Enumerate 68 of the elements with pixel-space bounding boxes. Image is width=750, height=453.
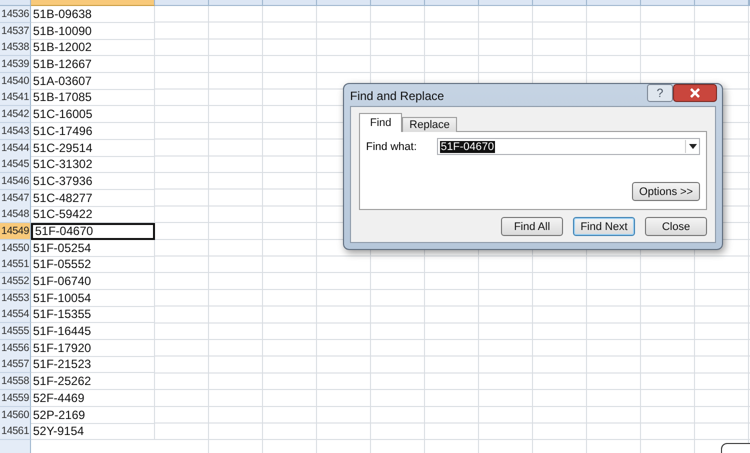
row-header[interactable] <box>0 440 31 453</box>
row-header[interactable]: 14541 <box>0 89 31 106</box>
dialog-tab[interactable]: Replace <box>402 117 457 132</box>
row-header[interactable]: 14540 <box>0 72 31 90</box>
table-cell[interactable]: 51C-48277 <box>31 190 155 207</box>
table-cell[interactable]: 51F-10054 <box>31 290 155 307</box>
table-cell[interactable]: 51B-09638 <box>31 6 155 23</box>
row-header[interactable]: 14557 <box>0 356 31 374</box>
row-header[interactable]: 14558 <box>0 373 31 390</box>
row-header[interactable]: 14543 <box>0 122 31 140</box>
table-cell[interactable]: 51F-21523 <box>31 356 155 374</box>
table-cell[interactable]: 51C-37936 <box>31 172 155 190</box>
table-cell[interactable]: 51C-29514 <box>31 140 155 156</box>
table-cell[interactable]: 51A-03607 <box>31 72 155 90</box>
table-cell[interactable]: 51C-59422 <box>31 206 155 224</box>
row-header[interactable]: 14548 <box>0 206 31 224</box>
row-header[interactable]: 14553 <box>0 290 31 307</box>
row-header[interactable]: 14546 <box>0 172 31 190</box>
row-header[interactable]: 14544 <box>0 140 31 156</box>
table-cell[interactable]: 51F-05254 <box>31 240 155 257</box>
table-cell[interactable]: 52Y-9154 <box>31 423 155 440</box>
table-cell[interactable]: 51F-06740 <box>31 273 155 290</box>
table-cell[interactable]: 51F-25262 <box>31 373 155 390</box>
table-cell[interactable]: 51B-12002 <box>31 39 155 56</box>
table-cell[interactable]: 51F-16445 <box>31 323 155 340</box>
row-header[interactable]: 14537 <box>0 22 31 40</box>
row-header[interactable]: 14542 <box>0 106 31 124</box>
table-cell[interactable]: 52P-2169 <box>31 406 155 424</box>
table-cell[interactable]: 51F-15355 <box>31 306 155 324</box>
row-header[interactable]: 14549 <box>0 222 31 240</box>
row-header[interactable]: 14560 <box>0 406 31 424</box>
find-what-label: Find what: <box>366 140 417 152</box>
table-cell[interactable]: 51F-05552 <box>31 256 155 274</box>
table-cell[interactable]: 51C-31302 <box>31 156 155 174</box>
table-cell[interactable]: 51F-17920 <box>31 340 155 357</box>
row-header[interactable]: 14547 <box>0 190 31 207</box>
dialog-button[interactable]: Find All <box>501 217 563 236</box>
row-header[interactable]: 14539 <box>0 56 31 74</box>
dialog-title: Find and Replace <box>349 88 444 103</box>
row-header[interactable]: 14552 <box>0 273 31 290</box>
row-header[interactable]: 14554 <box>0 306 31 324</box>
row-header[interactable]: 14556 <box>0 340 31 357</box>
table-cell[interactable]: 51C-17496 <box>31 122 155 140</box>
dialog-button[interactable]: Close <box>645 217 707 236</box>
table-cell[interactable]: 51F-04670 <box>31 222 155 240</box>
dialog-button[interactable]: Find Next <box>573 217 635 236</box>
row-header[interactable]: 14561 <box>0 423 31 440</box>
column-header-bar[interactable] <box>155 0 750 6</box>
row-header[interactable]: 14559 <box>0 390 31 407</box>
table-cell[interactable]: 51C-16005 <box>31 106 155 124</box>
options-button[interactable]: Options >> <box>632 182 700 201</box>
row-header[interactable]: 14550 <box>0 240 31 257</box>
dialog-tab[interactable]: Find <box>359 113 402 132</box>
table-cell[interactable]: 52F-4469 <box>31 390 155 407</box>
select-all-corner[interactable] <box>0 0 31 6</box>
row-header[interactable]: 14551 <box>0 256 31 274</box>
table-cell[interactable]: 51B-17085 <box>31 89 155 106</box>
close-icon[interactable] <box>673 84 717 102</box>
row-header[interactable]: 14555 <box>0 323 31 340</box>
row-header[interactable]: 14536 <box>0 6 31 23</box>
find-what-field[interactable]: 51F-04670 <box>436 138 700 155</box>
table-cell[interactable]: 51B-12667 <box>31 56 155 74</box>
help-button[interactable]: ? <box>647 84 673 102</box>
row-header[interactable]: 14545 <box>0 156 31 174</box>
column-header[interactable] <box>31 0 155 6</box>
dropdown-icon[interactable] <box>685 140 699 153</box>
table-cell[interactable]: 51B-10090 <box>31 22 155 40</box>
row-header[interactable]: 14538 <box>0 39 31 56</box>
